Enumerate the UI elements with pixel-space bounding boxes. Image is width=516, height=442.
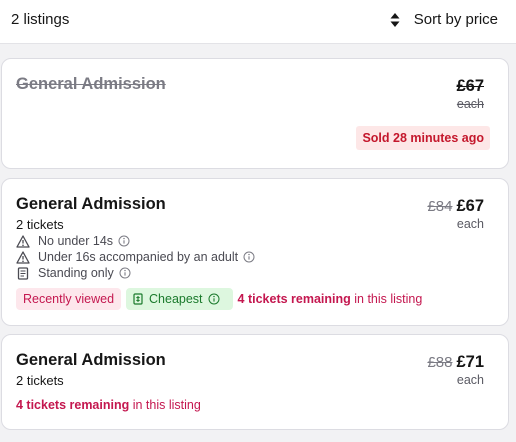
listings-header: 2 listings Sort by price [0, 0, 516, 44]
feature-standing-only: Standing only [16, 266, 139, 280]
recently-viewed-badge: Recently viewed [16, 288, 122, 310]
listing-price: £67 each [456, 77, 484, 111]
info-icon[interactable] [118, 235, 130, 247]
warning-icon [16, 250, 30, 264]
price-value: £67 [456, 77, 484, 95]
warning-icon [16, 234, 30, 248]
info-icon[interactable] [119, 267, 131, 279]
remaining-count: 4 tickets remaining [237, 292, 351, 306]
original-price: £88 [427, 354, 453, 371]
sort-label: Sort by price [413, 11, 498, 28]
ticket-count: 2 tickets [16, 217, 64, 232]
listing-badges: Recently viewed Cheapest 4 tickets remai… [16, 288, 422, 310]
price-each: each [456, 217, 484, 231]
price-each: each [456, 97, 484, 111]
feature-under-16s-accompanied: Under 16s accompanied by an adult [16, 250, 263, 264]
info-icon[interactable] [243, 251, 255, 263]
feature-label: Standing only [38, 266, 114, 280]
listing-title: General Admission [16, 351, 166, 369]
price-tag-icon [133, 293, 143, 305]
feature-no-under-14s: No under 14s [16, 234, 138, 248]
feature-label: No under 14s [38, 234, 114, 248]
sort-arrows-icon [390, 12, 400, 27]
listing-card-sold[interactable]: General Admission £67 each Sold 28 minut… [1, 58, 509, 169]
listing-title: General Admission [16, 75, 166, 93]
tickets-remaining: 4 tickets remaining in this listing [16, 398, 201, 412]
price-value: £71 [456, 353, 484, 371]
price-value: £67 [456, 197, 484, 215]
tickets-remaining: 4 tickets remaining in this listing [238, 292, 423, 306]
remaining-suffix: in this listing [129, 398, 201, 412]
listing-card[interactable]: General Admission 2 tickets £84 £67 each … [1, 178, 509, 326]
price-each: each [456, 373, 484, 387]
listing-price: £84 £67 each [427, 197, 484, 231]
sold-status-badge: Sold 28 minutes ago [356, 126, 490, 150]
feature-label: Under 16s accompanied by an adult [38, 250, 239, 264]
cheapest-badge: Cheapest [126, 288, 233, 310]
cheapest-label: Cheapest [149, 292, 203, 306]
remaining-count: 4 tickets remaining [16, 398, 130, 412]
original-price: £84 [427, 198, 453, 215]
document-icon [17, 266, 29, 280]
remaining-suffix: in this listing [350, 292, 423, 306]
sort-button[interactable]: Sort by price [389, 11, 498, 28]
listing-price: £88 £71 each [427, 353, 484, 387]
info-icon[interactable] [208, 293, 220, 305]
listing-title: General Admission [16, 195, 166, 213]
listings-count: 2 listings [11, 11, 70, 28]
listing-card[interactable]: General Admission 2 tickets £88 £71 each … [1, 334, 509, 430]
ticket-count: 2 tickets [16, 373, 64, 388]
